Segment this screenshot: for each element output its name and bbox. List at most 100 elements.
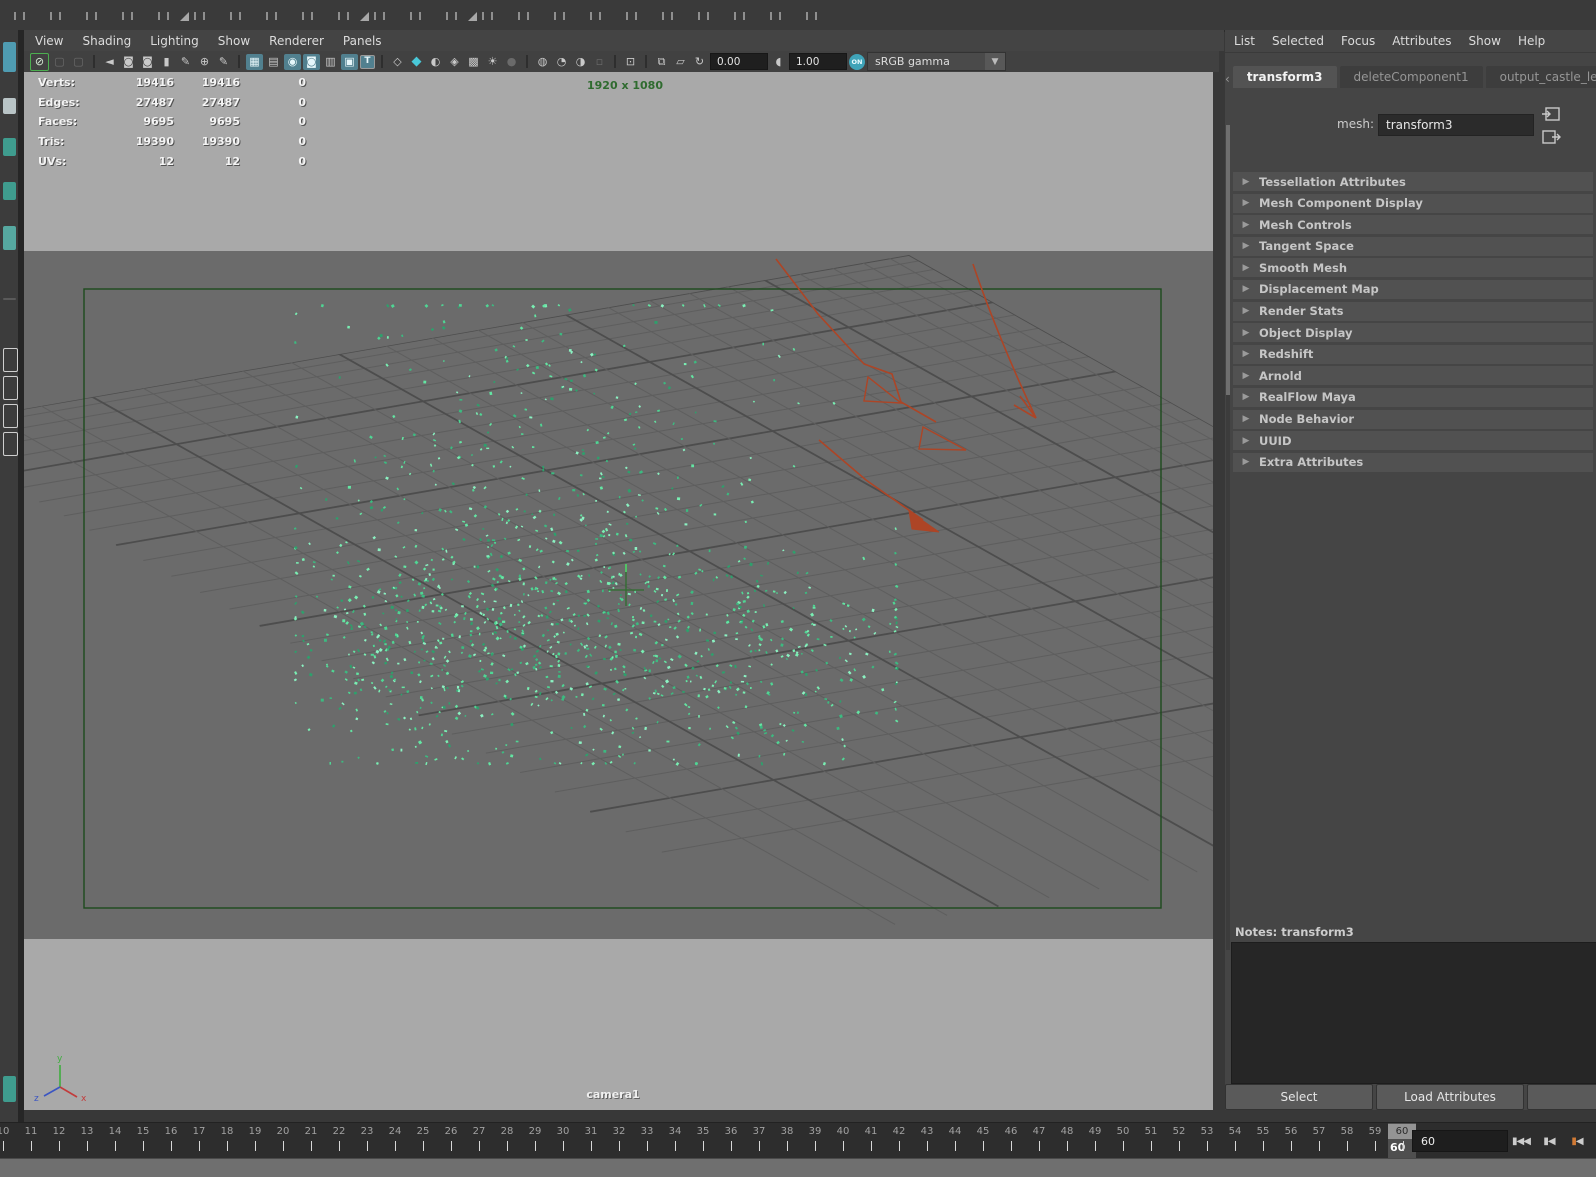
ao-icon[interactable]: ◍ [534,54,551,70]
toolbox-icon[interactable] [3,1076,16,1102]
partial-button[interactable] [1527,1084,1596,1110]
safe-title-icon[interactable]: T [360,54,375,69]
keyframe-tick [338,12,340,20]
attribute-editor-scrollbar[interactable] [1226,125,1230,950]
select-camera-icon[interactable]: ◄ [101,54,118,70]
section-realflow-maya[interactable]: ▶ RealFlow Maya [1233,387,1593,407]
frame-number: 24 [388,1126,402,1137]
toolbox-icon[interactable] [3,42,16,72]
gamma-icon[interactable]: ◖ [770,54,787,70]
pan-zoom-icon[interactable]: ⊕ [196,54,213,70]
section-tessellation-attributes[interactable]: ▶ Tessellation Attributes [1233,172,1593,191]
mesh-name-input[interactable]: transform3 [1378,114,1534,136]
section-uuid[interactable]: ▶ UUID [1233,431,1593,451]
paint-select-icon[interactable]: ▢ [70,54,87,70]
xray-icon[interactable]: ⧉ [653,54,670,70]
step-back-key-button[interactable]: ▮◀ [1536,1130,1562,1152]
exposure-icon[interactable]: ↻ [691,54,708,70]
ae-menu-selected[interactable]: Selected [1272,34,1324,48]
maya-window: View Shading Lighting Show Renderer Panels ⊘ ▢… [0,0,1596,1177]
grid-toggle-icon[interactable]: ▦ [246,53,263,70]
viewport-menu-lighting[interactable]: Lighting [150,34,199,48]
ae-tab-output_castle_leaves_Al[interactable]: output_castle_leaves_Al [1485,66,1596,88]
gamma-field[interactable]: 1.00 [789,53,847,70]
section-extra-attributes[interactable]: ▶ Extra Attributes [1233,452,1593,472]
toolbox-icon[interactable] [3,298,16,300]
viewport-menu-show[interactable]: Show [218,34,250,48]
section-tangent-space[interactable]: ▶ Tangent Space [1233,236,1593,256]
keyframe-tick [662,12,664,20]
notes-textarea[interactable] [1231,942,1596,1084]
section-arnold[interactable]: ▶ Arnold [1233,366,1593,386]
safe-action-icon[interactable]: ▣ [341,53,358,70]
section-label: Render Stats [1259,304,1344,319]
toolbox-icon[interactable] [3,182,16,200]
xray-active-icon[interactable]: ▱ [672,54,689,70]
ae-menu-attributes[interactable]: Attributes [1392,34,1451,48]
go-to-start-button[interactable]: ▮◀◀ [1508,1130,1534,1152]
motion-blur-icon[interactable]: ◑ [572,54,589,70]
load-attributes-button[interactable]: Load Attributes [1376,1084,1524,1110]
focus-node-icon[interactable] [1541,106,1561,123]
ae-tab-transform3[interactable]: transform3 [1232,66,1337,88]
shaded-mode-icon[interactable]: ◆ [408,54,425,70]
time-slider[interactable]: 60 60 60 1011121314151617181920212223242… [0,1122,1596,1158]
bookmark-icon[interactable]: ▮ [158,54,175,70]
range-slider-strip[interactable] [0,1158,1596,1177]
viewport-canvas[interactable]: Verts: 19416 19416 0 Edges: 27487 27487 0 Faces:… [24,72,1213,1110]
viewport-menu-view[interactable]: View [35,34,63,48]
lights-icon[interactable]: ☀ [484,54,501,70]
section-node-behavior[interactable]: ▶ Node Behavior [1233,409,1593,429]
tab-scroll-left-button[interactable]: ‹ [1225,70,1230,88]
frame-tick [31,1141,32,1151]
view-transform-on-toggle[interactable]: ON [849,53,865,70]
section-render-stats[interactable]: ▶ Render Stats [1233,301,1593,321]
gate-mask-icon[interactable]: ◙ [303,53,320,70]
ae-menu-list[interactable]: List [1234,34,1255,48]
toolbox-icon[interactable] [3,376,18,400]
section-redshift[interactable]: ▶ Redshift [1233,344,1593,364]
isolate-select-icon[interactable]: ⊡ [622,54,639,70]
toolbox-icon[interactable] [3,138,16,156]
wireframe-mode-icon[interactable]: ◇ [389,54,406,70]
shadows-icon[interactable]: ● [503,54,520,70]
toolbox-icon[interactable] [3,98,16,114]
materials-icon[interactable]: ◈ [446,54,463,70]
section-mesh-controls[interactable]: ▶ Mesh Controls [1233,215,1593,235]
no-live-surface-icon[interactable]: ⊘ [30,52,49,71]
section-object-display[interactable]: ▶ Object Display [1233,323,1593,343]
toolbox-icon[interactable] [3,404,18,428]
field-chart-icon[interactable]: ▥ [322,54,339,70]
dof-icon[interactable]: ▫ [591,54,608,70]
ae-menu-help[interactable]: Help [1518,34,1545,48]
toolbox-icon[interactable] [3,348,18,372]
viewport-menu-shading[interactable]: Shading [82,34,131,48]
camera-attributes-icon[interactable]: ◙ [139,54,156,70]
grease-pencil-icon[interactable]: ✎ [215,54,232,70]
ae-tab-deleteComponent1[interactable]: deleteComponent1 [1339,66,1483,88]
wireframe-on-shaded-icon[interactable]: ▩ [465,54,482,70]
toolbox-icon[interactable] [3,226,16,250]
ae-menu-focus[interactable]: Focus [1341,34,1375,48]
lasso-select-icon[interactable]: ▢ [51,54,68,70]
colorspace-dropdown[interactable]: sRGB gamma ▼ [867,52,1006,71]
ae-menu-show[interactable]: Show [1469,34,1501,48]
current-time-field[interactable]: 60 [1412,1130,1508,1152]
frame-number: 18 [220,1126,234,1137]
toolbox-icon[interactable] [3,432,18,456]
antialias-icon[interactable]: ◔ [553,54,570,70]
section-displacement-map[interactable]: ▶ Displacement Map [1233,279,1593,299]
section-mesh-component-display[interactable]: ▶ Mesh Component Display [1233,193,1593,213]
viewport-menu-renderer[interactable]: Renderer [269,34,324,48]
show-hide-attributes-icon[interactable] [1541,129,1561,146]
step-back-frame-button[interactable]: ▮ ◀ [1564,1130,1590,1152]
film-gate-icon[interactable]: ▤ [265,54,282,70]
section-smooth-mesh[interactable]: ▶ Smooth Mesh [1233,258,1593,278]
textured-mode-icon[interactable]: ◐ [427,54,444,70]
exposure-field[interactable]: 0.00 [710,53,768,70]
select-button[interactable]: Select [1225,1084,1373,1110]
lock-camera-icon[interactable]: ◙ [120,54,137,70]
viewport-menu-panels[interactable]: Panels [343,34,382,48]
resolution-gate-icon[interactable]: ◉ [284,53,301,70]
image-plane-icon[interactable]: ✎ [177,54,194,70]
